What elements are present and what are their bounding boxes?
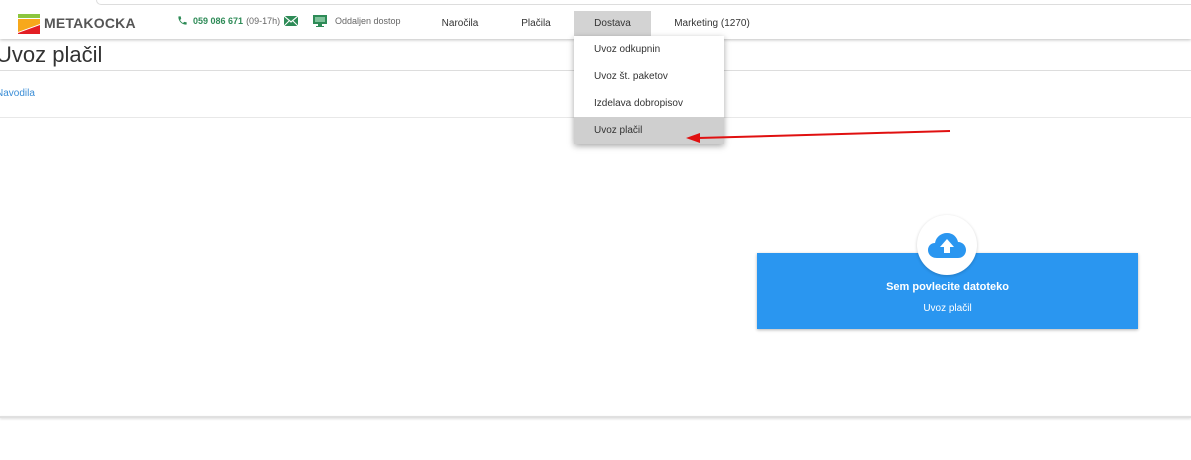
nav-dostava[interactable]: Dostava [574, 11, 651, 36]
nav-marketing[interactable]: Marketing (1270) [668, 11, 756, 36]
menu-item-uvoz-st-paketov[interactable]: Uvoz št. paketov [574, 63, 724, 90]
panel-bottom-edge [0, 416, 1191, 418]
menu-item-izdelava-dobropisov[interactable]: Izdelava dobropisov [574, 90, 724, 117]
top-navigation-bar: METAKOCKA 059 086 671 (09-17h) Oddaljen … [0, 0, 1191, 39]
drop-zone-title: Sem povlecite datoteko [886, 281, 1009, 293]
metakocka-logo-icon [18, 14, 40, 34]
phone-icon [178, 16, 187, 25]
drop-zone-subtitle: Uvoz plačil [923, 303, 972, 314]
phone-contact[interactable]: 059 086 671 (09-17h) [177, 15, 280, 26]
remote-access-label: Oddaljen dostop [335, 16, 401, 26]
phone-hours: (09-17h) [246, 15, 281, 26]
logo-text: METAKOCKA [44, 15, 136, 31]
dostava-dropdown-menu: Uvoz odkupnin Uvoz št. paketov Izdelava … [574, 36, 724, 144]
help-link[interactable]: Navodila [0, 88, 35, 99]
browser-edge [96, 0, 1191, 5]
phone-number: 059 086 671 [193, 15, 244, 26]
menu-item-uvoz-placil[interactable]: Uvoz plačil [574, 117, 724, 144]
menu-item-uvoz-odkupnin[interactable]: Uvoz odkupnin [574, 36, 724, 63]
upload-button[interactable] [917, 215, 977, 275]
monitor-icon [313, 15, 327, 27]
remote-access-link[interactable]: Oddaljen dostop [313, 15, 401, 27]
page-title: Uvoz plačil [0, 42, 103, 67]
nav-narocila[interactable]: Naročila [432, 11, 488, 36]
cloud-upload-icon [928, 233, 966, 258]
logo[interactable]: METAKOCKA [18, 12, 136, 34]
nav-placila[interactable]: Plačila [512, 11, 560, 36]
mail-icon[interactable] [284, 16, 298, 26]
